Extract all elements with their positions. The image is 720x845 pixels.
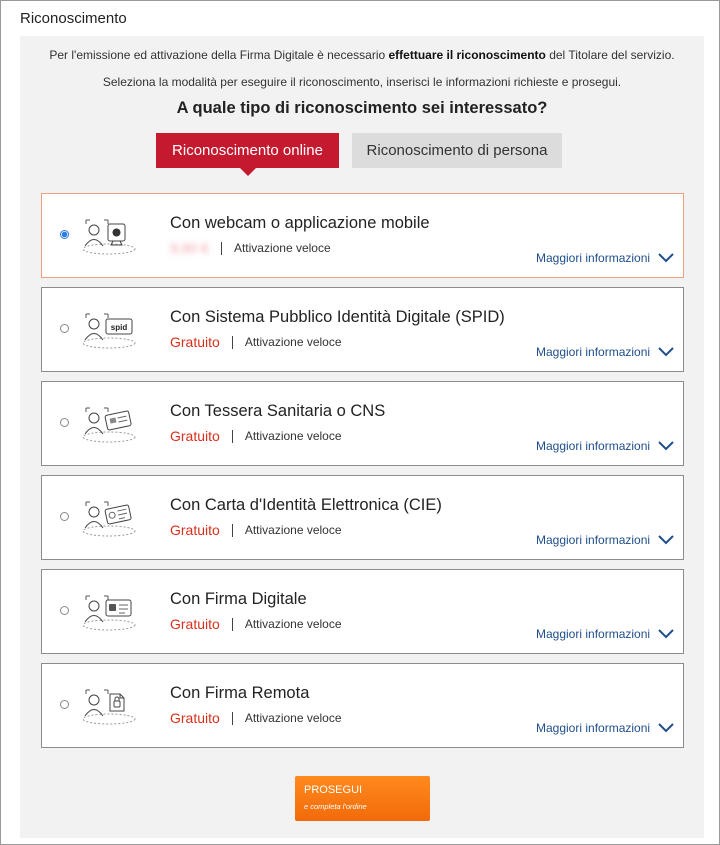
window-frame: Riconoscimento Per l'emissione ed attiva… — [0, 0, 720, 845]
option-webcam-radio[interactable] — [60, 230, 69, 239]
option-cie-price: Gratuito — [170, 522, 220, 538]
option-webcam-price: 9,90 € — [170, 240, 209, 256]
separator — [231, 429, 233, 443]
more-info-label: Maggiori informazioni — [536, 345, 651, 359]
option-digital-signature-price: Gratuito — [170, 616, 220, 632]
chevron-down-icon — [658, 535, 674, 545]
option-health-card[interactable]: Con Tessera Sanitaria o CNS Gratuito Att… — [41, 381, 684, 466]
option-cie-note: Attivazione veloce — [244, 523, 342, 537]
separator — [220, 241, 222, 255]
more-info-label: Maggiori informazioni — [536, 439, 651, 453]
webcam-icon — [82, 219, 136, 255]
option-remote-signature-title: Con Firma Remota — [170, 684, 310, 702]
option-spid-more-info[interactable]: Maggiori informazioni — [536, 345, 674, 359]
option-remote-signature-price: Gratuito — [170, 710, 220, 726]
chevron-down-icon — [658, 441, 674, 451]
separator — [231, 335, 233, 349]
more-info-label: Maggiori informazioni — [536, 533, 651, 547]
option-spid-title: Con Sistema Pubblico Identità Digitale (… — [170, 308, 505, 326]
option-cie-meta: Gratuito Attivazione veloce — [170, 522, 342, 538]
recognition-panel: Per l'emissione ed attivazione della Fir… — [20, 36, 704, 838]
option-cie-more-info[interactable]: Maggiori informazioni — [536, 533, 674, 547]
chevron-down-icon — [658, 253, 674, 263]
intro-text-bold: effettuare il riconoscimento — [388, 48, 546, 62]
tab-in-person-recognition[interactable]: Riconoscimento di persona — [352, 133, 562, 168]
option-remote-signature-note: Attivazione veloce — [244, 711, 342, 725]
separator — [231, 617, 233, 631]
chevron-down-icon — [658, 629, 674, 639]
separator — [231, 711, 233, 725]
option-digital-signature[interactable]: Con Firma Digitale Gratuito Attivazione … — [41, 569, 684, 654]
option-cie-radio[interactable] — [60, 512, 69, 521]
intro-text-end: del Titolare del servizio. — [545, 48, 675, 62]
option-spid[interactable]: spid Con Sistema Pubblico Identità Digit… — [41, 287, 684, 372]
proceed-button[interactable]: PROSEGUI e completa l'ordine — [295, 776, 430, 821]
proceed-button-label: PROSEGUI — [304, 784, 363, 796]
separator — [231, 523, 233, 537]
option-webcam-more-info[interactable]: Maggiori informazioni — [536, 251, 674, 265]
option-health-card-meta: Gratuito Attivazione veloce — [170, 428, 342, 444]
health-card-icon — [82, 407, 136, 443]
tab-online-recognition[interactable]: Riconoscimento online — [156, 133, 339, 176]
more-info-label: Maggiori informazioni — [536, 627, 651, 641]
option-digital-signature-note: Attivazione veloce — [244, 617, 342, 631]
proceed-button-sublabel: e completa l'ordine — [304, 802, 367, 811]
option-spid-radio[interactable] — [60, 324, 69, 333]
remote-signature-icon — [82, 689, 136, 725]
option-webcam-meta: 9,90 € Attivazione veloce — [170, 240, 331, 256]
option-digital-signature-meta: Gratuito Attivazione veloce — [170, 616, 342, 632]
option-digital-signature-radio[interactable] — [60, 606, 69, 615]
option-webcam-title: Con webcam o applicazione mobile — [170, 214, 430, 232]
more-info-label: Maggiori informazioni — [536, 721, 651, 735]
option-health-card-note: Attivazione veloce — [244, 429, 342, 443]
intro-text: Per l'emissione ed attivazione della Fir… — [20, 48, 704, 62]
digital-signature-card-icon — [82, 595, 136, 631]
option-health-card-title: Con Tessera Sanitaria o CNS — [170, 402, 386, 420]
option-spid-price: Gratuito — [170, 334, 220, 350]
option-cie[interactable]: Con Carta d'Identità Elettronica (CIE) G… — [41, 475, 684, 560]
question-heading: A quale tipo di riconoscimento sei inter… — [176, 99, 548, 117]
more-info-label: Maggiori informazioni — [536, 251, 651, 265]
option-webcam[interactable]: Con webcam o applicazione mobile 9,90 € … — [41, 193, 684, 278]
option-digital-signature-more-info[interactable]: Maggiori informazioni — [536, 627, 674, 641]
option-spid-meta: Gratuito Attivazione veloce — [170, 334, 342, 350]
instructions-text: Seleziona la modalità per eseguire il ri… — [102, 75, 622, 89]
option-health-card-price: Gratuito — [170, 428, 220, 444]
option-spid-note: Attivazione veloce — [244, 335, 342, 349]
page-title: Riconoscimento — [20, 10, 127, 27]
option-health-card-more-info[interactable]: Maggiori informazioni — [536, 439, 674, 453]
option-digital-signature-title: Con Firma Digitale — [170, 590, 307, 608]
option-remote-signature-more-info[interactable]: Maggiori informazioni — [536, 721, 674, 735]
option-remote-signature-radio[interactable] — [60, 700, 69, 709]
option-webcam-note: Attivazione veloce — [233, 241, 331, 255]
spid-icon: spid — [82, 313, 136, 349]
chevron-down-icon — [658, 347, 674, 357]
option-remote-signature-meta: Gratuito Attivazione veloce — [170, 710, 342, 726]
id-card-icon — [82, 501, 136, 537]
intro-text-start: Per l'emissione ed attivazione della Fir… — [49, 48, 389, 62]
option-remote-signature[interactable]: Con Firma Remota Gratuito Attivazione ve… — [41, 663, 684, 748]
spid-icon-text: spid — [111, 323, 128, 332]
chevron-down-icon — [658, 723, 674, 733]
option-cie-title: Con Carta d'Identità Elettronica (CIE) — [170, 496, 442, 514]
option-health-card-radio[interactable] — [60, 418, 69, 427]
